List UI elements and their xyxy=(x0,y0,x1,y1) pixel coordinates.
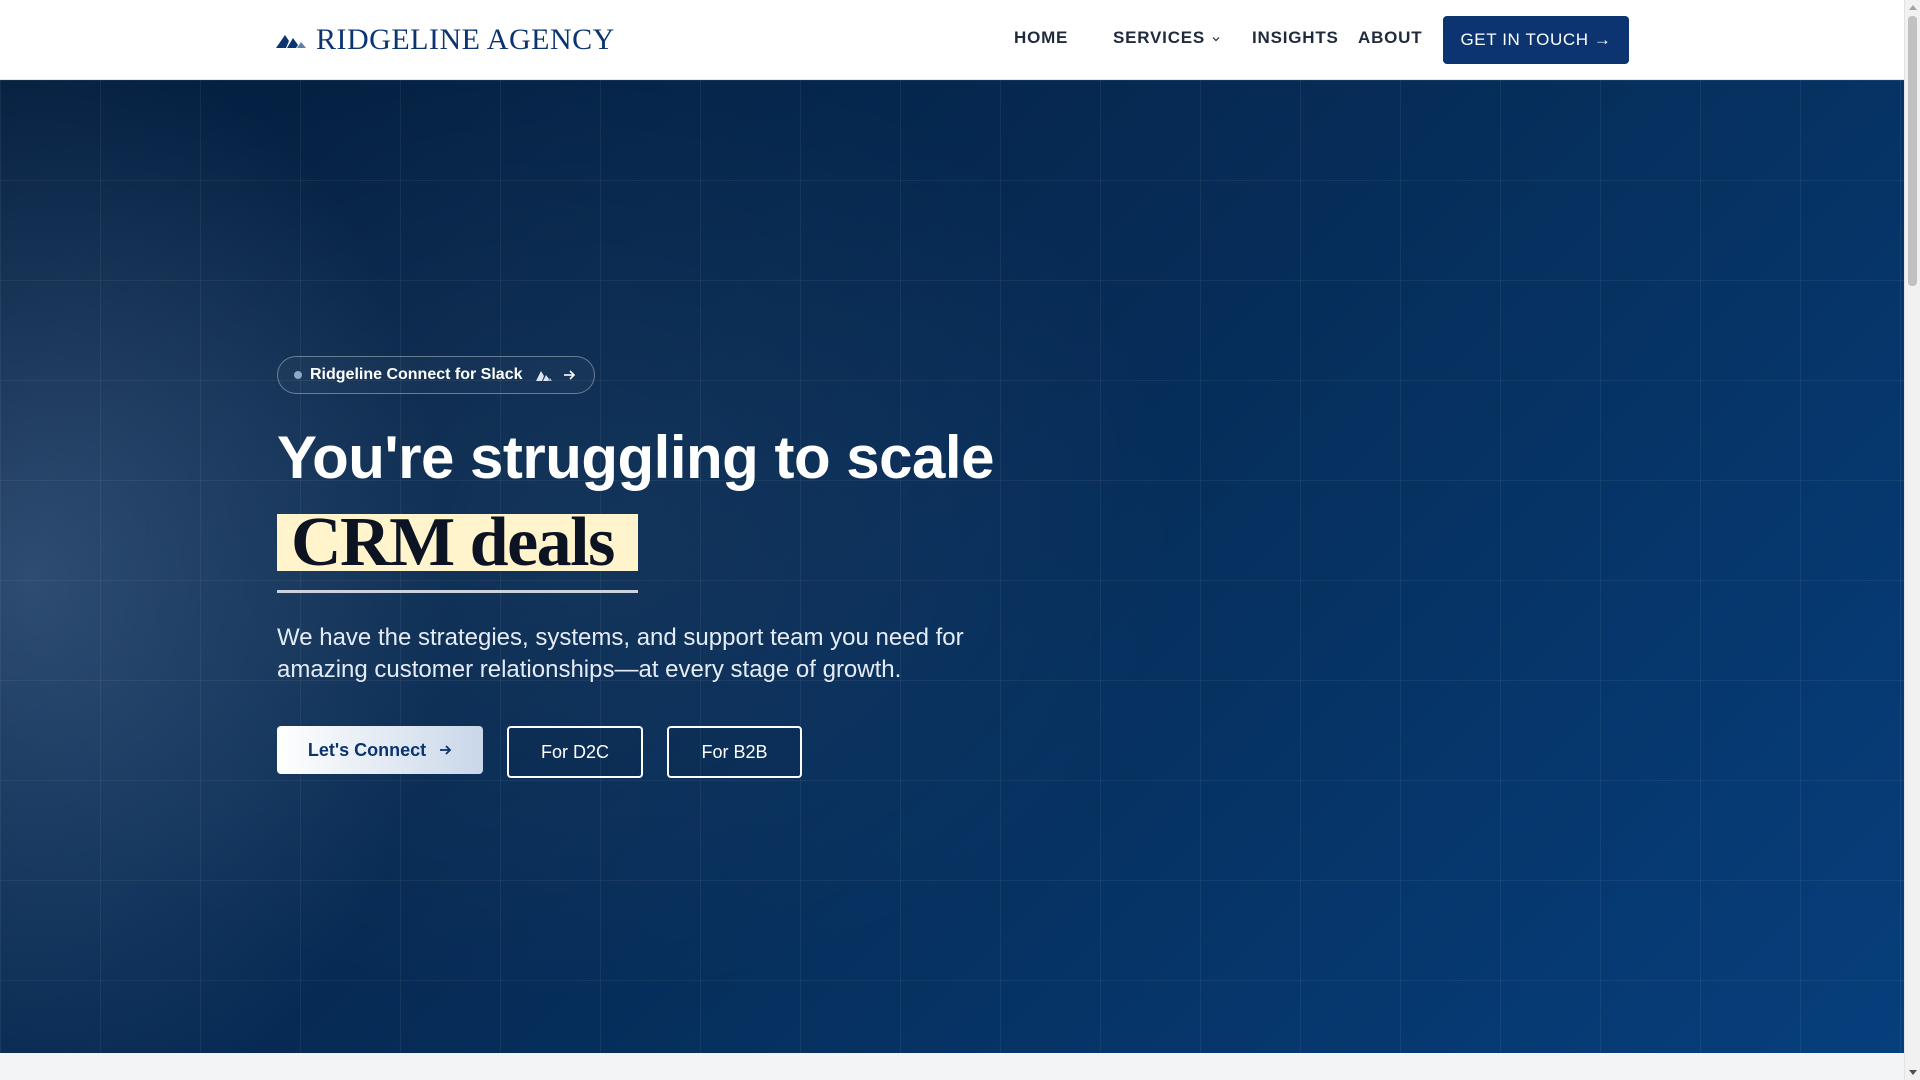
slack-connect-badge[interactable]: Ridgeline Connect for Slack xyxy=(277,356,596,394)
page: RIDGELINE AGENCY HOME SERVICES INSIGHTS … xyxy=(0,0,1920,1080)
mountain-peaks-icon xyxy=(536,371,553,381)
lets-connect-label: Let's Connect xyxy=(307,739,427,760)
nav-services-label: SERVICES xyxy=(1113,28,1206,47)
headline-highlight-text: CRM deals xyxy=(291,504,615,581)
for-d2c-button[interactable]: For D2C xyxy=(507,726,643,778)
nav-insights-label: INSIGHTS xyxy=(1252,28,1339,47)
logo-link[interactable]: RIDGELINE AGENCY xyxy=(276,20,615,60)
hero-section: Ridgeline Connect for Slack You're strug… xyxy=(0,80,1904,1053)
next-section-edge xyxy=(0,1053,1904,1080)
badge-label: Ridgeline Connect for Slack xyxy=(310,366,523,383)
site-header: RIDGELINE AGENCY HOME SERVICES INSIGHTS … xyxy=(0,0,1904,80)
page-scrollbar[interactable] xyxy=(1904,0,1920,1080)
scrollbar-thumb[interactable] xyxy=(1908,16,1917,286)
hero-headline: You're struggling to scale xyxy=(277,424,994,491)
nav-services[interactable]: SERVICES xyxy=(1113,28,1221,48)
mountain-peaks-icon xyxy=(276,35,306,48)
arrow-right-icon xyxy=(440,745,452,755)
nav-insights[interactable]: INSIGHTS xyxy=(1252,28,1339,48)
badge-dot xyxy=(294,371,302,379)
chevron-down-icon xyxy=(1212,37,1220,42)
nav-about[interactable]: ABOUT xyxy=(1358,28,1422,48)
scroll-down-arrow-icon[interactable] xyxy=(1909,1070,1917,1075)
get-in-touch-button[interactable]: GET IN TOUCH → xyxy=(1443,16,1629,64)
nav-about-label: ABOUT xyxy=(1358,28,1423,47)
for-b2b-button[interactable]: For B2B xyxy=(667,726,802,778)
scroll-up-arrow-icon[interactable] xyxy=(1909,5,1917,10)
nav-home-label: HOME xyxy=(1014,28,1069,47)
lets-connect-button[interactable]: Let's Connect xyxy=(277,726,483,774)
headline-underline xyxy=(277,590,638,593)
logo-text: RIDGELINE AGENCY xyxy=(316,23,615,56)
arrow-right-icon xyxy=(564,370,576,380)
nav-home[interactable]: HOME xyxy=(1014,28,1068,48)
hero-subtext: We have the strategies, systems, and sup… xyxy=(277,624,964,683)
